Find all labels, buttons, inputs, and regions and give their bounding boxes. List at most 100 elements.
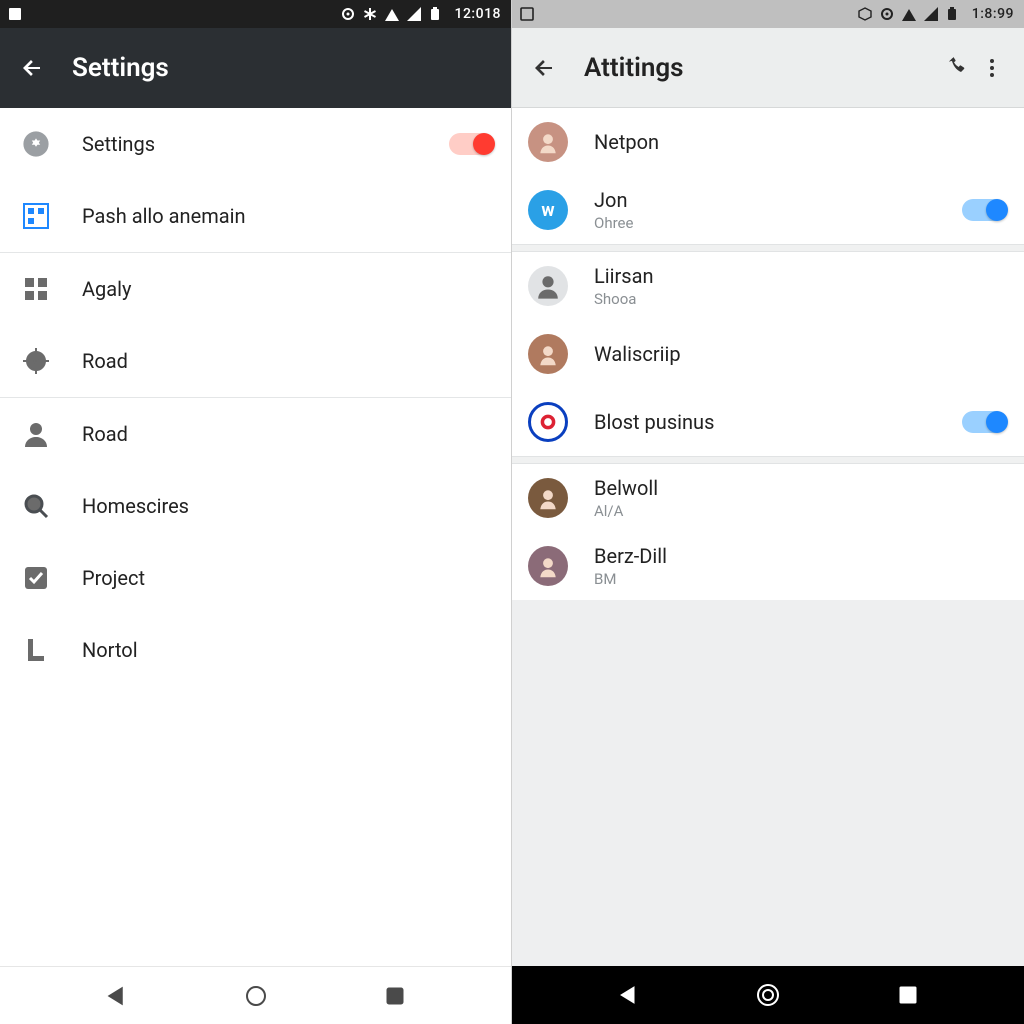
avatar: [528, 122, 568, 162]
row-label: Waliscriip: [594, 342, 1006, 366]
battery-icon: [429, 7, 443, 21]
circle-icon: [244, 984, 268, 1008]
grid-blue-icon: [16, 196, 56, 236]
nav-recent-button[interactable]: [884, 971, 932, 1019]
settings-row[interactable]: Road: [0, 398, 511, 470]
grid-icon: [16, 269, 56, 309]
row-label: Netpon: [594, 130, 1006, 154]
nav-back-button[interactable]: [604, 971, 652, 1019]
avatar: [528, 402, 568, 442]
square-icon: [8, 7, 22, 21]
scope-icon: [16, 341, 56, 381]
navbar: [0, 966, 511, 1024]
row-sublabel: Shooa: [594, 290, 1006, 308]
settings-list: Settings Pash allo anemain Agaly Road Road Ho…: [0, 108, 511, 966]
settings-row[interactable]: Homescires: [0, 470, 511, 542]
row-label: Jon: [594, 188, 962, 212]
nav-home-button[interactable]: [232, 972, 280, 1020]
phone-right: 1:8:99 Attitings Netpon w Jon Ohree Liirsan S…: [512, 0, 1024, 1024]
toggle[interactable]: [962, 199, 1006, 221]
row-label: Agaly: [82, 277, 493, 301]
navbar: [512, 966, 1024, 1024]
contact-row[interactable]: Berz-Dill B﻿M: [512, 532, 1024, 600]
more-button[interactable]: [974, 50, 1010, 86]
row-sublabel: Al/A: [594, 502, 1006, 520]
row-label: Project: [82, 566, 493, 590]
appbar: Attitings: [512, 28, 1024, 108]
asterisk-icon: [363, 7, 377, 21]
contact-row[interactable]: Liirsan Shooa: [512, 252, 1024, 320]
nav-recent-button[interactable]: [371, 972, 419, 1020]
toggle[interactable]: [449, 133, 493, 155]
arrow-left-icon: [20, 56, 44, 80]
appbar: Settings: [0, 28, 511, 108]
target-icon: [341, 7, 355, 21]
cube-icon: [858, 7, 872, 21]
statusbar-time: 1:8:99: [972, 6, 1014, 22]
avatar: w: [528, 190, 568, 230]
target-icon: [880, 7, 894, 21]
row-label: Settings: [82, 132, 449, 156]
avatar: [528, 478, 568, 518]
square-icon: [898, 985, 918, 1005]
page-title: Attitings: [584, 53, 938, 83]
square-outline-icon: [520, 7, 534, 21]
contact-row[interactable]: w Jon Ohree: [512, 176, 1024, 244]
wifi-icon: [902, 7, 916, 21]
arrow-left-icon: [532, 56, 556, 80]
contact-row[interactable]: Netpon: [512, 108, 1024, 176]
row-sublabel: B﻿M: [594, 570, 1006, 588]
group-separator: [512, 456, 1024, 464]
magnifier-icon: [16, 486, 56, 526]
contacts-list: Netpon w Jon Ohree Liirsan Shooa Waliscriip Blo…: [512, 108, 1024, 966]
settings-row[interactable]: Pash allo anemain: [0, 180, 511, 252]
statusbar-time: 12:018: [455, 6, 501, 22]
row-label: Berz-Dill: [594, 544, 1006, 568]
page-title: Settings: [72, 53, 497, 83]
check-box-icon: [16, 558, 56, 598]
row-label: Homescires: [82, 494, 493, 518]
triangle-left-icon: [105, 985, 127, 1007]
settings-row[interactable]: Agaly: [0, 253, 511, 325]
group-separator: [512, 244, 1024, 252]
row-label: Pash allo anemain: [82, 204, 493, 228]
person-icon: [16, 414, 56, 454]
toggle[interactable]: [962, 411, 1006, 433]
row-label: Road: [82, 349, 493, 373]
row-label: Blost pusinus: [594, 410, 962, 434]
nav-back-button[interactable]: [92, 972, 140, 1020]
phone-icon: [944, 56, 968, 80]
triangle-left-icon: [617, 984, 639, 1006]
l-shape-icon: [16, 630, 56, 670]
row-label: Road: [82, 422, 493, 446]
more-vert-icon: [980, 56, 1004, 80]
row-label: Nortol: [82, 638, 493, 662]
avatar: [528, 546, 568, 586]
avatar: [528, 266, 568, 306]
row-sublabel: Ohree: [594, 214, 962, 232]
circle-icon: [755, 982, 781, 1008]
settings-row[interactable]: Road: [0, 325, 511, 397]
battery-icon: [946, 7, 960, 21]
contact-row[interactable]: Blost pusinus: [512, 388, 1024, 456]
settings-row[interactable]: Project: [0, 542, 511, 614]
nav-home-button[interactable]: [744, 971, 792, 1019]
signal-icon: [924, 7, 938, 21]
settings-row[interactable]: Nortol: [0, 614, 511, 686]
square-icon: [385, 986, 405, 1006]
wifi-icon: [385, 7, 399, 21]
phone-left: 12:018 Settings Settings Pash allo anemai…: [0, 0, 512, 1024]
gear-circle-icon: [16, 124, 56, 164]
signal-icon: [407, 7, 421, 21]
back-button[interactable]: [526, 50, 562, 86]
settings-row[interactable]: Settings: [0, 108, 511, 180]
statusbar: 12:018: [0, 0, 511, 28]
call-button[interactable]: [938, 50, 974, 86]
contact-row[interactable]: Belwoll Al/A: [512, 464, 1024, 532]
avatar: [528, 334, 568, 374]
row-label: Belwoll: [594, 476, 1006, 500]
contact-row[interactable]: Waliscriip: [512, 320, 1024, 388]
back-button[interactable]: [14, 50, 50, 86]
blank-area: [512, 600, 1024, 966]
row-label: Liirsan: [594, 264, 1006, 288]
